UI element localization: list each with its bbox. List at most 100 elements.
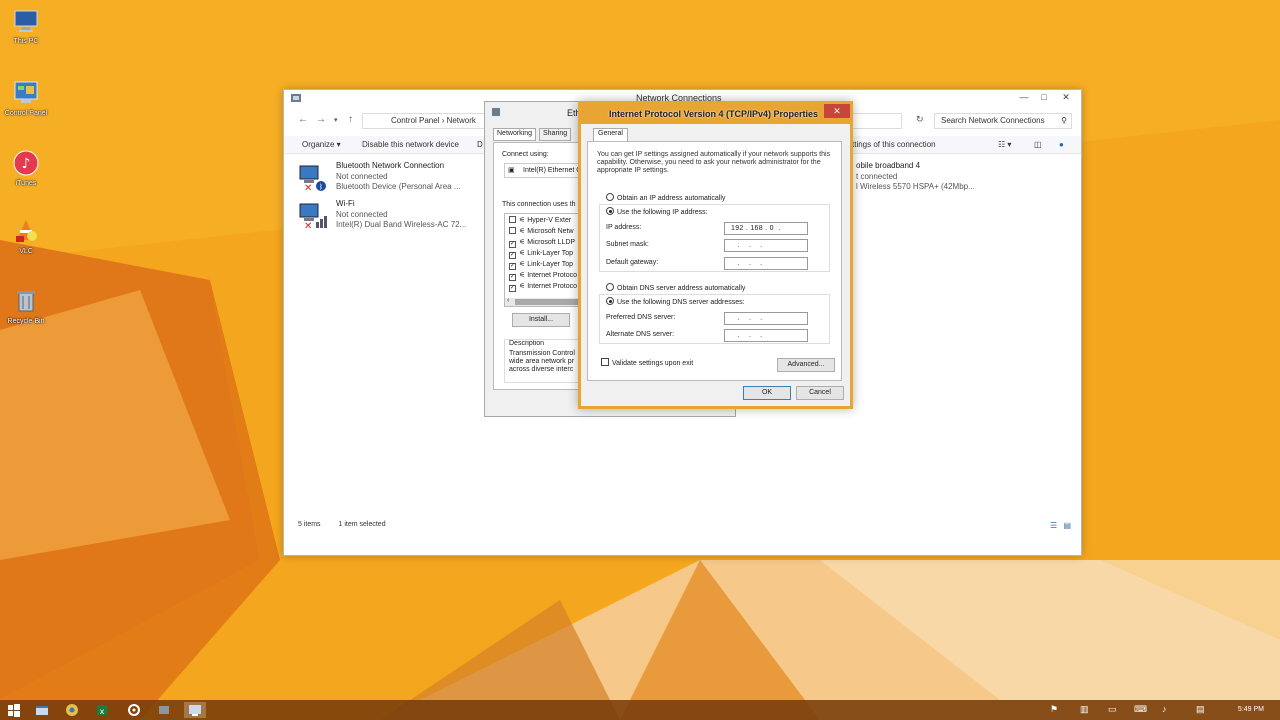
connection-status: t connected: [856, 172, 898, 181]
computer-icon: [14, 10, 38, 32]
protocol-checkbox[interactable]: ✓: [509, 263, 516, 270]
minimize-button[interactable]: —: [1014, 90, 1034, 104]
connection-status: Not connected: [336, 210, 388, 219]
protocol-icon: ⚟: [519, 272, 528, 279]
maximize-button[interactable]: □: [1034, 90, 1054, 104]
protocol-item[interactable]: ✓ ⚟ Link-Layer Top: [509, 260, 573, 270]
protocol-checkbox[interactable]: ✓: [509, 274, 516, 281]
tray-keyboard-icon[interactable]: ⌨: [1134, 704, 1147, 715]
use-following-dns-radio[interactable]: Use the following DNS server addresses:: [606, 297, 745, 306]
tray-flag-icon[interactable]: ⚑: [1050, 704, 1058, 715]
tab-general[interactable]: General: [593, 128, 628, 141]
change-view-icon[interactable]: ☷ ▾: [998, 140, 1011, 149]
diagnose-button-partial[interactable]: D: [477, 140, 483, 149]
desktop-icon-itunes[interactable]: ♪ iTunes: [0, 148, 52, 187]
desktop-icon-vlc[interactable]: VLC: [0, 216, 52, 255]
adapter-name: Intel(R) Ethernet C: [523, 167, 582, 174]
preview-pane-icon[interactable]: ◫: [1034, 140, 1042, 149]
ipv4-properties-dialog: Internet Protocol Version 4 (TCP/IPv4) P…: [578, 101, 853, 409]
taskbar: x ⚑ ▥ ▭ ⌨ ♪ ▤ 5:49 PM: [0, 700, 1280, 720]
protocol-item[interactable]: ⚟ Hyper-V Exter: [509, 216, 571, 224]
help-icon[interactable]: ●: [1059, 140, 1064, 149]
horizontal-scrollbar[interactable]: ‹: [505, 297, 583, 306]
scroll-left-icon[interactable]: ‹: [507, 297, 509, 304]
refresh-icon[interactable]: ↻: [916, 114, 924, 125]
disable-device-button[interactable]: Disable this network device: [362, 140, 459, 149]
desktop-app-icon[interactable]: [34, 702, 50, 718]
ip-address-input[interactable]: 192 . 168 . 0 .: [724, 222, 808, 235]
protocol-checkbox[interactable]: ✓: [509, 285, 516, 292]
itunes-icon: ♪: [13, 150, 39, 176]
protocol-item[interactable]: ✓ ⚟ Internet Protoco: [509, 271, 577, 281]
connection-item-wifi[interactable]: ✕ Wi-Fi Not connected Intel(R) Dual Band…: [298, 198, 478, 234]
tray-language-icon[interactable]: ▤: [1196, 704, 1205, 715]
dialog-title: Internet Protocol Version 4 (TCP/IPv4) P…: [609, 109, 819, 119]
tab-networking[interactable]: Networking: [493, 128, 537, 141]
start-icon[interactable]: [6, 702, 22, 718]
connection-item-bluetooth[interactable]: ✕ ᛒ Bluetooth Network Connection Not conn…: [298, 160, 478, 196]
advanced-button[interactable]: Advanced...: [777, 358, 835, 372]
selection-count: 1 item selected: [338, 521, 386, 528]
install-button[interactable]: Install...: [512, 313, 570, 327]
default-gateway-input[interactable]: . . .: [724, 257, 808, 270]
obtain-dns-auto-radio[interactable]: Obtain DNS server address automatically: [606, 283, 745, 292]
validate-settings-checkbox[interactable]: Validate settings upon exit: [601, 358, 693, 367]
connection-device: Intel(R) Dual Band Wireless-AC 72...: [336, 220, 467, 229]
organize-button[interactable]: Organize ▾: [302, 140, 341, 149]
radio-indicator: [606, 207, 614, 215]
chrome-icon[interactable]: [64, 702, 80, 718]
protocol-item[interactable]: ⚟ Microsoft Netw: [509, 227, 574, 235]
alternate-dns-input[interactable]: . . .: [724, 329, 808, 342]
tray-battery-icon[interactable]: ▭: [1108, 704, 1117, 715]
forward-icon[interactable]: →: [316, 114, 326, 125]
settings-icon[interactable]: [126, 702, 142, 718]
tab-sharing[interactable]: Sharing: [539, 128, 572, 141]
protocol-item[interactable]: ✓ ⚟ Internet Protoco: [509, 282, 577, 292]
recycle-bin-icon: [17, 291, 35, 312]
change-settings-button-partial[interactable]: ttings of this connection: [852, 140, 936, 149]
use-following-ip-radio[interactable]: Use the following IP address:: [606, 207, 708, 216]
subnet-mask-input[interactable]: . . .: [724, 239, 808, 252]
protocol-icon: ⚟: [519, 239, 528, 246]
search-placeholder: Search Network Connections: [941, 116, 1045, 125]
adapter-name-field: ▣ Intel(R) Ethernet C: [504, 163, 584, 178]
details-view-icon[interactable]: ☰: [1050, 521, 1057, 530]
search-input[interactable]: Search Network Connections ⚲: [934, 113, 1072, 129]
tray-volume-icon[interactable]: ♪: [1162, 704, 1167, 714]
clock[interactable]: 5:49 PM: [1238, 706, 1264, 713]
close-icon[interactable]: ✕: [824, 104, 850, 118]
ip-address-label: IP address:: [606, 224, 642, 231]
recent-chevron-icon[interactable]: ▾: [334, 116, 338, 124]
cancel-button[interactable]: Cancel: [796, 386, 844, 400]
svg-text:✕: ✕: [304, 183, 312, 192]
ok-button[interactable]: OK: [743, 386, 791, 400]
radio-indicator: [606, 193, 614, 201]
protocol-checkbox[interactable]: ✓: [509, 252, 516, 259]
obtain-ip-auto-radio[interactable]: Obtain an IP address automatically: [606, 193, 725, 202]
protocol-icon: ⚟: [519, 228, 528, 235]
network-settings-icon[interactable]: [156, 702, 172, 718]
protocol-item[interactable]: ✓ ⚟ Link-Layer Top: [509, 249, 573, 259]
scrollbar-thumb[interactable]: [515, 299, 579, 305]
preferred-dns-label: Preferred DNS server:: [606, 314, 676, 321]
default-gateway-label: Default gateway:: [606, 259, 659, 266]
protocol-checkbox[interactable]: [509, 227, 516, 234]
tray-network-icon[interactable]: ▥: [1080, 704, 1089, 715]
desktop-icon-this-pc[interactable]: This PC: [0, 6, 52, 45]
close-button[interactable]: ✕: [1056, 90, 1076, 104]
tiles-view-icon[interactable]: ▤: [1063, 521, 1071, 530]
preferred-dns-input[interactable]: . . .: [724, 312, 808, 325]
network-connections-taskbar-icon[interactable]: [184, 702, 206, 718]
back-icon[interactable]: ←: [298, 114, 308, 125]
desktop-icon-control-panel[interactable]: Control Panel: [0, 78, 52, 117]
protocol-checkbox[interactable]: ✓: [509, 241, 516, 248]
protocol-checkbox[interactable]: [509, 216, 516, 223]
connection-item-mobile-broadband[interactable]: obile broadband 4 t connected l Wireless…: [828, 160, 1008, 196]
desktop-icon-recycle-bin[interactable]: Recycle Bin: [0, 286, 52, 325]
up-icon[interactable]: ↑: [348, 114, 353, 125]
excel-icon[interactable]: x: [94, 702, 110, 718]
connection-name: Bluetooth Network Connection: [336, 161, 445, 170]
description-text: Transmission Control wide area network p…: [509, 350, 575, 373]
connection-device: l Wireless 5570 HSPA+ (42Mbp...: [856, 182, 975, 191]
protocol-item[interactable]: ✓ ⚟ Microsoft LLDP: [509, 238, 575, 248]
